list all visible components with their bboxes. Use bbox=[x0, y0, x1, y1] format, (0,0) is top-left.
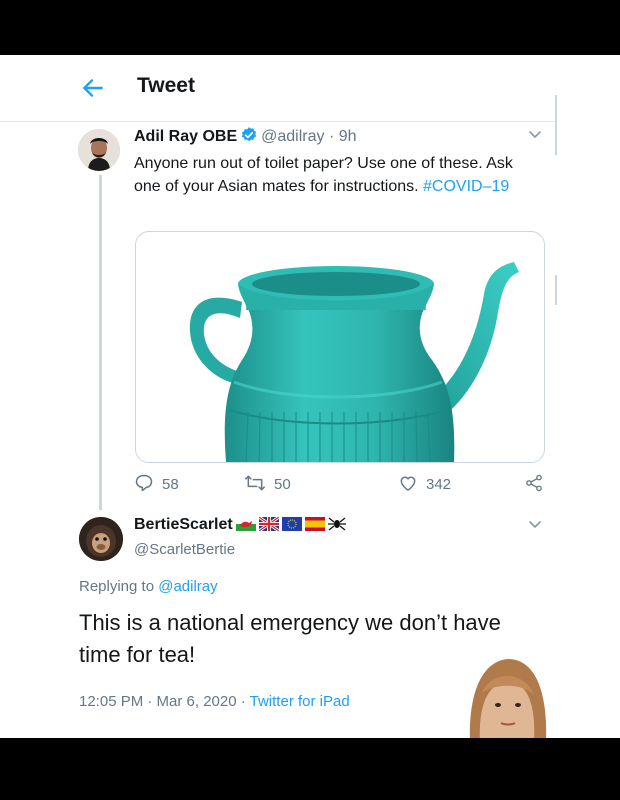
like-action[interactable]: 342 bbox=[398, 473, 451, 493]
retweet-icon bbox=[245, 475, 265, 491]
retweet-action[interactable]: 50 bbox=[244, 473, 291, 493]
like-icon bbox=[400, 476, 416, 491]
reply-author-name[interactable]: BertieScarlet bbox=[134, 516, 233, 533]
reply-count: 58 bbox=[162, 476, 179, 493]
back-arrow-icon[interactable] bbox=[80, 75, 106, 101]
reply-action[interactable]: 58 bbox=[134, 473, 179, 493]
share-icon bbox=[526, 474, 542, 492]
avatar[interactable] bbox=[78, 129, 120, 171]
spider-icon bbox=[327, 517, 346, 531]
tweet-metadata: 12:05 PM · Mar 6, 2020 · Twitter for iPa… bbox=[79, 693, 350, 710]
avatar[interactable] bbox=[79, 517, 123, 561]
tweet-time: · 9h bbox=[324, 128, 357, 145]
page-title: Tweet bbox=[137, 74, 195, 97]
replying-to-line: Replying to @adilray bbox=[79, 578, 218, 595]
eu-flag-icon bbox=[281, 517, 302, 531]
author-handle[interactable]: @adilray bbox=[261, 128, 324, 145]
tweet-actions: 58 50 342 bbox=[134, 473, 554, 497]
like-count: 342 bbox=[426, 476, 452, 493]
wales-flag-icon bbox=[235, 517, 256, 531]
reply-author-handle[interactable]: @ScarletBertie bbox=[134, 541, 235, 558]
source-link[interactable]: Twitter for iPad bbox=[250, 693, 350, 710]
reaction-photo bbox=[460, 653, 552, 738]
tweet-author-row: Adil Ray OBE @adilray · 9h bbox=[134, 126, 357, 146]
thread-line bbox=[99, 175, 102, 510]
chevron-down-icon[interactable] bbox=[527, 519, 543, 531]
verified-badge-icon bbox=[242, 127, 257, 142]
chevron-down-icon[interactable] bbox=[527, 129, 543, 141]
scrollbar[interactable] bbox=[555, 95, 557, 155]
top-bar: Tweet bbox=[0, 55, 620, 121]
reply-icon bbox=[135, 474, 153, 492]
tweet-media-image[interactable] bbox=[135, 231, 545, 463]
spain-flag-icon bbox=[304, 517, 325, 531]
author-name[interactable]: Adil Ray OBE bbox=[134, 128, 237, 145]
replying-prefix: Replying to bbox=[79, 578, 159, 595]
timestamp: 12:05 PM · Mar 6, 2020 · bbox=[79, 693, 250, 710]
hashtag-link[interactable]: #COVID–19 bbox=[423, 178, 509, 195]
header-divider bbox=[0, 121, 556, 122]
scrollbar-segment bbox=[555, 275, 557, 305]
mention-link[interactable]: @adilray bbox=[158, 578, 217, 595]
teapot-image bbox=[189, 262, 519, 462]
share-action[interactable] bbox=[524, 473, 552, 493]
tweet-text: Anyone run out of toilet paper? Use one … bbox=[134, 152, 529, 198]
uk-flag-icon bbox=[258, 517, 279, 531]
retweet-count: 50 bbox=[274, 476, 291, 493]
tweet-screen: Tweet Adil Ray OBE @adilray · 9h Anyone … bbox=[0, 55, 620, 738]
reply-author-row: BertieScarlet bbox=[134, 515, 346, 534]
